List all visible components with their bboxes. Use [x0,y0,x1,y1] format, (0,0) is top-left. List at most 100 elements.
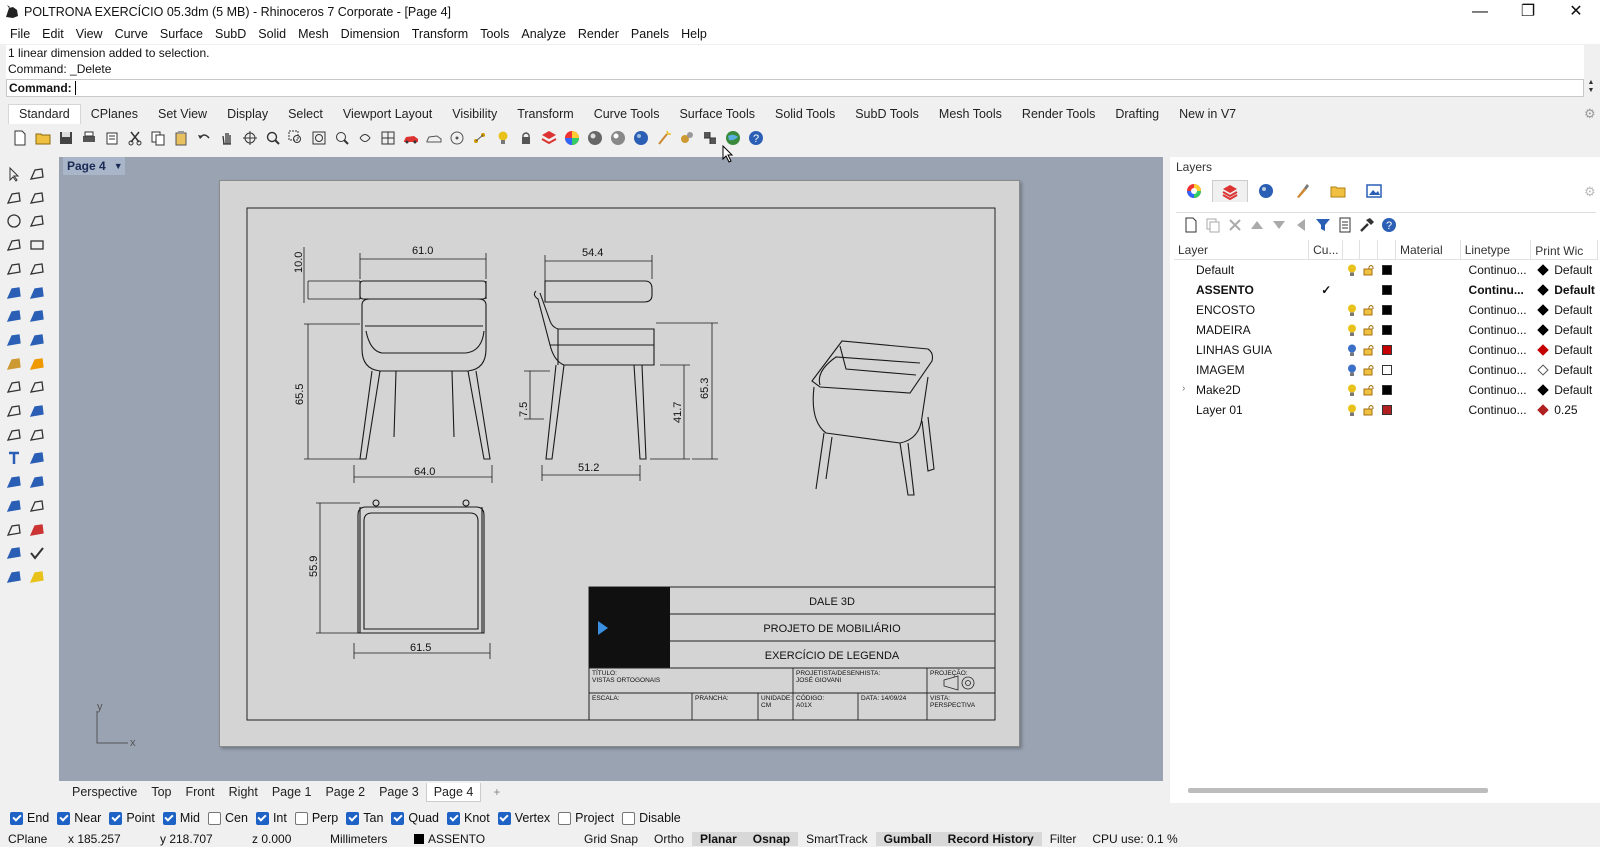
layer-print-width[interactable]: Default [1531,283,1598,297]
layer-linetype[interactable]: Continuo... [1461,303,1532,317]
menu-surface[interactable]: Surface [154,27,209,41]
chevron-down-icon[interactable]: ▼ [114,157,123,175]
layer-linetype[interactable]: Continu... [1461,283,1532,297]
view-tab-top[interactable]: Top [144,783,178,801]
help-button[interactable]: ? [1378,215,1400,235]
osnap-checkbox[interactable] [10,811,23,825]
layer-row[interactable]: ENCOSTO Continuo... Default [1174,300,1598,320]
hide-tool[interactable] [27,520,47,540]
tab-set-view[interactable]: Set View [148,105,217,124]
minimize-button[interactable]: — [1456,0,1504,24]
visibility-toggle[interactable] [1343,364,1361,377]
points-on-tool[interactable] [27,401,47,421]
command-scroll[interactable]: ▲ ▼ [1584,79,1598,97]
box-solid-tool[interactable] [4,306,24,326]
lock-toggle[interactable] [1361,344,1379,356]
check-tool[interactable] [27,543,47,563]
tab-display[interactable]: Display [217,105,278,124]
lock-toggle[interactable] [1361,384,1379,396]
gears-button[interactable] [675,127,698,149]
color-swatch[interactable] [1382,285,1393,295]
cut-button[interactable] [123,127,146,149]
visibility-toggle[interactable] [1343,404,1361,417]
menu-mesh[interactable]: Mesh [292,27,335,41]
osnap-near[interactable]: Near [57,811,101,825]
units-status[interactable]: Millimeters [322,832,406,846]
tab-standard[interactable]: Standard [8,104,81,124]
materials-panel-tab[interactable] [1248,180,1284,202]
image-panel-tab[interactable] [1356,180,1392,202]
zoom-window-button[interactable] [284,127,307,149]
block-tool[interactable] [4,496,24,516]
horizontal-scrollbar[interactable] [1188,788,1488,793]
column-header-material[interactable]: Material [1396,240,1461,259]
car-render-button[interactable] [399,127,422,149]
osnap-project[interactable]: Project [558,811,614,825]
add-tab-icon[interactable]: + [481,785,500,799]
osnap-mid[interactable]: Mid [162,811,200,825]
menu-help[interactable]: Help [675,27,713,41]
column-header-print-wic[interactable]: Print Wic [1531,240,1598,259]
osnap-end[interactable]: End [10,811,49,825]
tab-transform[interactable]: Transform [507,105,584,124]
view-tab-right[interactable]: Right [222,783,265,801]
array-tool[interactable] [4,472,24,492]
files-panel-tab[interactable] [1320,180,1356,202]
new-layer-button[interactable] [1180,215,1202,235]
view-tab-page-2[interactable]: Page 2 [318,783,372,801]
polyline-tool[interactable] [4,188,24,208]
points-button[interactable] [468,127,491,149]
move-tool[interactable] [4,377,24,397]
osnap-tan[interactable]: Tan [346,811,383,825]
color-swatch[interactable] [1382,345,1393,355]
filter-button[interactable] [1312,215,1334,235]
scale-tool[interactable] [27,448,47,468]
menu-file[interactable]: File [4,27,36,41]
layer-print-width[interactable]: Default [1531,263,1598,277]
wand-button[interactable] [652,127,675,149]
layer-name[interactable]: ASSENTO [1174,283,1310,297]
color-swatch[interactable] [1382,365,1393,375]
select-arrow-tool[interactable] [4,164,24,184]
lock-toggle[interactable] [1361,304,1379,316]
display-panel-tab[interactable] [1176,180,1212,202]
rendered-sphere-button[interactable] [606,127,629,149]
layer-color[interactable] [1378,365,1396,375]
layer-print-width[interactable]: Default [1531,323,1598,337]
osnap-int[interactable]: Int [255,811,287,825]
help-button[interactable]: ? [744,127,767,149]
visibility-toggle[interactable] [1343,384,1361,397]
grid-snap-toggle[interactable]: Grid Snap [576,832,646,846]
menu-solid[interactable]: Solid [252,27,292,41]
planar-toggle[interactable]: Planar [692,832,745,846]
layer-color[interactable] [1378,265,1396,275]
layers-panel-tab[interactable] [1212,180,1248,202]
wireframe-car-button[interactable] [422,127,445,149]
shaded-sphere-button[interactable] [583,127,606,149]
orient-tool[interactable] [27,472,47,492]
zoom-selected-button[interactable] [330,127,353,149]
tab-solid-tools[interactable]: Solid Tools [765,105,845,124]
color-swatch[interactable] [1382,325,1393,335]
layer-name[interactable]: IMAGEM [1174,363,1310,377]
layer-row[interactable]: ASSENTO ✓ Continu... Default [1174,280,1598,300]
menu-panels[interactable]: Panels [625,27,675,41]
point-tool[interactable] [27,164,47,184]
properties-panel-tab[interactable] [1284,180,1320,202]
osnap-checkbox[interactable] [208,811,221,825]
pan-hand-button[interactable] [215,127,238,149]
zoom-button[interactable] [261,127,284,149]
curve-tool[interactable] [27,188,47,208]
color-swatch[interactable] [1382,265,1393,275]
viewport-grid-button[interactable] [376,127,399,149]
delete-layer-button[interactable] [1224,215,1246,235]
open-folder-button[interactable] [31,127,54,149]
layer-color[interactable] [1378,305,1396,315]
grid-array-tool[interactable] [4,520,24,540]
osnap-checkbox[interactable] [497,811,511,825]
osnap-checkbox[interactable] [558,811,572,825]
cplane-status[interactable]: CPlane [0,832,60,846]
lock-toggle[interactable] [1361,364,1379,376]
menu-analyze[interactable]: Analyze [515,27,571,41]
arc-tool[interactable] [4,259,24,279]
